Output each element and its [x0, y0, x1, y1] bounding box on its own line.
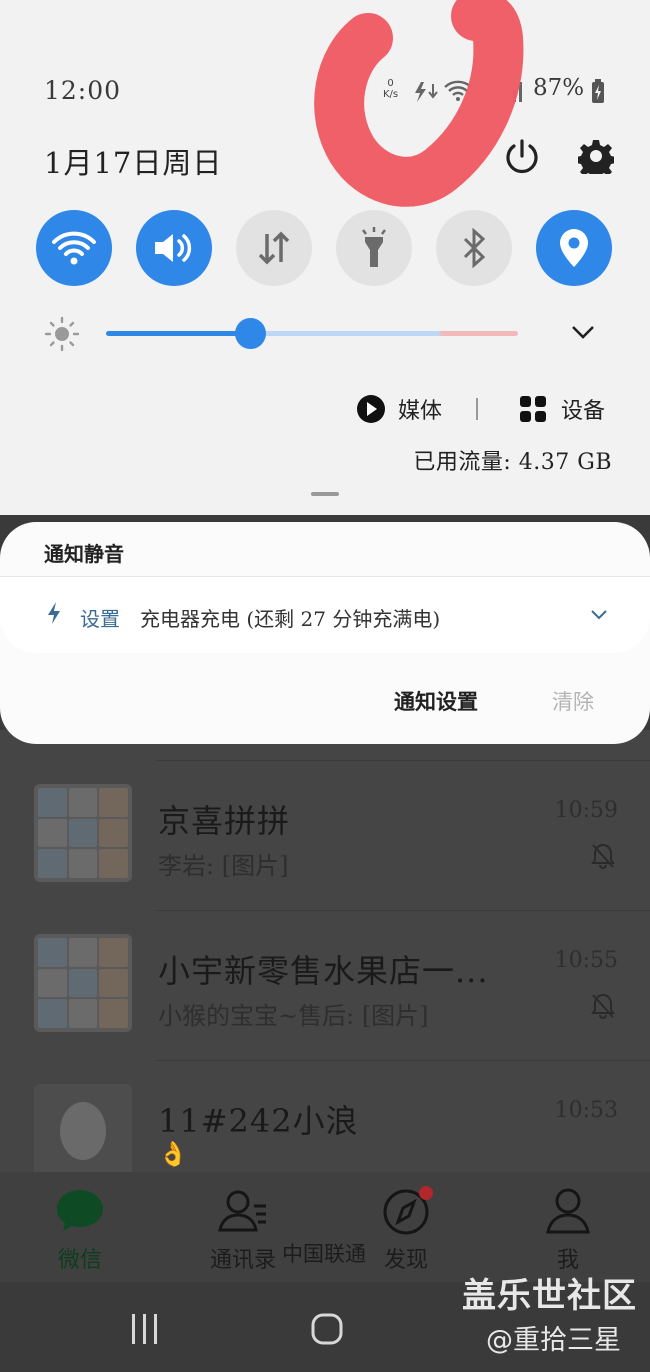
data-usage-label: 已用流量: 4.37 GB — [413, 450, 612, 475]
charging-bolt-icon — [48, 602, 60, 624]
play-icon — [357, 395, 385, 423]
notification-text: 充电器充电 (还剩 27 分钟充满电) — [140, 607, 441, 631]
chat-last-message: 👌 — [158, 1140, 188, 1168]
chat-item[interactable]: 京喜拼拼 李岩: [图片] 10:59 — [0, 760, 650, 910]
chat-bubble-icon — [57, 1190, 103, 1231]
wifi-toggle[interactable] — [36, 210, 112, 286]
contacts-icon — [218, 1190, 266, 1232]
location-toggle[interactable] — [536, 210, 612, 286]
drag-handle[interactable] — [311, 492, 339, 496]
notification-item[interactable]: 设置 充电器充电 (还剩 27 分钟充满电) — [0, 577, 650, 653]
chat-item[interactable]: 小宇新零售水果店一... 小猴的宝宝~售后: [图片] 10:55 — [0, 910, 650, 1060]
notification-card: 通知静音 设置 充电器充电 (还剩 27 分钟充满电) 通知设置 清除 — [0, 522, 650, 744]
bluetooth-icon — [463, 228, 486, 268]
wifi-icon — [52, 231, 96, 265]
chat-name: 京喜拼拼 — [158, 802, 291, 840]
brightness-icon — [44, 316, 80, 352]
flashlight-toggle[interactable] — [336, 210, 412, 286]
divider — [155, 910, 650, 911]
group-avatar — [34, 784, 132, 882]
charging-data-icon — [415, 82, 438, 102]
watermark-title: 盖乐世社区 — [462, 1276, 637, 1316]
group-avatar — [34, 934, 132, 1032]
brightness-slider[interactable] — [106, 318, 518, 349]
home-button[interactable] — [310, 1312, 344, 1346]
watermark-author: @重拾三星 — [486, 1325, 621, 1356]
grid-icon — [520, 396, 546, 422]
separator — [476, 398, 478, 420]
carrier-label: 中国联通 — [282, 1242, 366, 1266]
speaker-icon — [155, 234, 192, 262]
clock: 12:00 — [44, 76, 122, 105]
recent-apps-button[interactable] — [130, 1312, 160, 1346]
network-speed-unit: K/s — [383, 89, 399, 100]
divider — [155, 760, 650, 761]
flashlight-icon — [362, 227, 386, 267]
media-label: 媒体 — [398, 399, 443, 424]
chat-name: 11#242小浪 — [158, 1102, 359, 1140]
brightness-thumb[interactable] — [235, 318, 266, 349]
settings-gear-button[interactable] — [578, 138, 614, 174]
bluetooth-toggle[interactable] — [436, 210, 512, 286]
wifi-status-icon — [444, 80, 472, 101]
mobile-data-toggle[interactable] — [236, 210, 312, 286]
avatar — [34, 1084, 132, 1182]
chat-time: 10:53 — [554, 1098, 618, 1123]
tab-chats[interactable]: 微信 — [20, 1172, 140, 1282]
notification-settings-button[interactable]: 通知设置 — [394, 686, 478, 716]
muted-bell-icon — [591, 993, 615, 1019]
chat-last-message: 小猴的宝宝~售后: [图片] — [158, 1002, 429, 1030]
person-icon — [546, 1188, 590, 1234]
chevron-down-icon[interactable] — [570, 322, 596, 342]
divider — [155, 1060, 650, 1061]
media-button[interactable]: 媒体 — [356, 392, 442, 426]
chat-last-message: 李岩: [图片] — [158, 852, 289, 880]
devices-label: 设备 — [561, 399, 606, 424]
notification-app-name: 设置 — [80, 607, 120, 631]
clear-button[interactable]: 清除 — [552, 686, 594, 716]
battery-percentage: 87% — [533, 75, 585, 101]
quick-settings-panel: 12:00 0 K/s 87% 1月17日周日 媒体 设备 已用流量: 4.37… — [0, 0, 650, 515]
power-button[interactable] — [503, 138, 541, 176]
chat-time: 10:55 — [554, 948, 618, 973]
network-speed: 0 K/s — [383, 78, 398, 100]
tab-me[interactable]: 我 — [508, 1172, 628, 1282]
data-transfer-icon — [258, 231, 290, 265]
brightness-track — [250, 331, 518, 336]
status-icons: 0 K/s 87% — [383, 72, 613, 108]
chat-list: 京喜拼拼 李岩: [图片] 10:59 小宇新零售水果店一... 小猴的宝宝~售… — [0, 730, 650, 1182]
signal-icon — [513, 82, 522, 102]
tab-label: 微信 — [57, 1248, 102, 1273]
location-pin-icon — [560, 229, 588, 267]
sound-toggle[interactable] — [136, 210, 212, 286]
battery-charging-icon — [592, 79, 604, 103]
compass-icon — [383, 1186, 433, 1235]
devices-button[interactable]: 设备 — [519, 392, 605, 426]
date-label: 1月17日周日 — [44, 146, 223, 180]
muted-bell-icon — [591, 843, 615, 869]
chevron-down-icon[interactable] — [590, 609, 608, 621]
chat-time: 10:59 — [554, 798, 618, 823]
brightness-fill — [106, 331, 250, 336]
chat-name: 小宇新零售水果店一... — [158, 952, 489, 990]
notification-header: 通知静音 — [44, 542, 124, 566]
network-speed-value: 0 — [387, 78, 394, 89]
